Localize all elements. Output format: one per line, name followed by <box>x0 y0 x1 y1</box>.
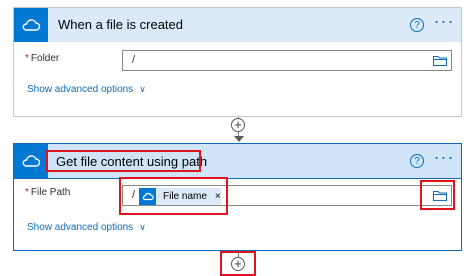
chevron-down-icon: ∨ <box>139 222 146 232</box>
highlight-box-new-step <box>220 251 256 276</box>
folder-field-label: * Folder <box>25 53 59 64</box>
trigger-title: When a file is created <box>58 17 184 32</box>
highlight-box-folder-icon <box>420 180 455 210</box>
more-options-icon[interactable]: ··· <box>433 148 455 170</box>
more-options-icon[interactable]: ··· <box>433 12 455 34</box>
highlight-box-file-path-token <box>119 177 228 215</box>
file-path-field-label: * File Path <box>25 187 70 198</box>
folder-value: / <box>132 54 136 66</box>
onedrive-cloud-icon <box>14 144 48 178</box>
trigger-card-when-file-created: When a file is created ? ··· * Folder / S… <box>13 7 462 117</box>
folder-input[interactable]: / <box>122 50 452 71</box>
required-marker: * <box>25 53 29 64</box>
advanced-label: Show advanced options <box>27 222 134 233</box>
onedrive-cloud-icon <box>14 8 48 42</box>
highlight-box-action-title <box>46 150 201 172</box>
chevron-down-icon: ∨ <box>139 84 146 94</box>
folder-label-text: Folder <box>30 53 60 64</box>
help-icon[interactable]: ? <box>410 18 424 32</box>
required-marker: * <box>25 187 29 198</box>
file-path-label-text: File Path <box>30 187 71 198</box>
help-icon[interactable]: ? <box>410 154 424 168</box>
folder-picker-icon[interactable] <box>433 55 447 66</box>
show-advanced-options-link[interactable]: Show advanced options ∨ <box>27 84 146 95</box>
insert-step-button[interactable]: + <box>231 118 245 132</box>
show-advanced-options-link[interactable]: Show advanced options ∨ <box>27 222 146 233</box>
arrow-down-icon <box>234 136 244 142</box>
trigger-card-header[interactable]: When a file is created ? ··· <box>14 8 461 42</box>
advanced-label: Show advanced options <box>27 84 134 95</box>
